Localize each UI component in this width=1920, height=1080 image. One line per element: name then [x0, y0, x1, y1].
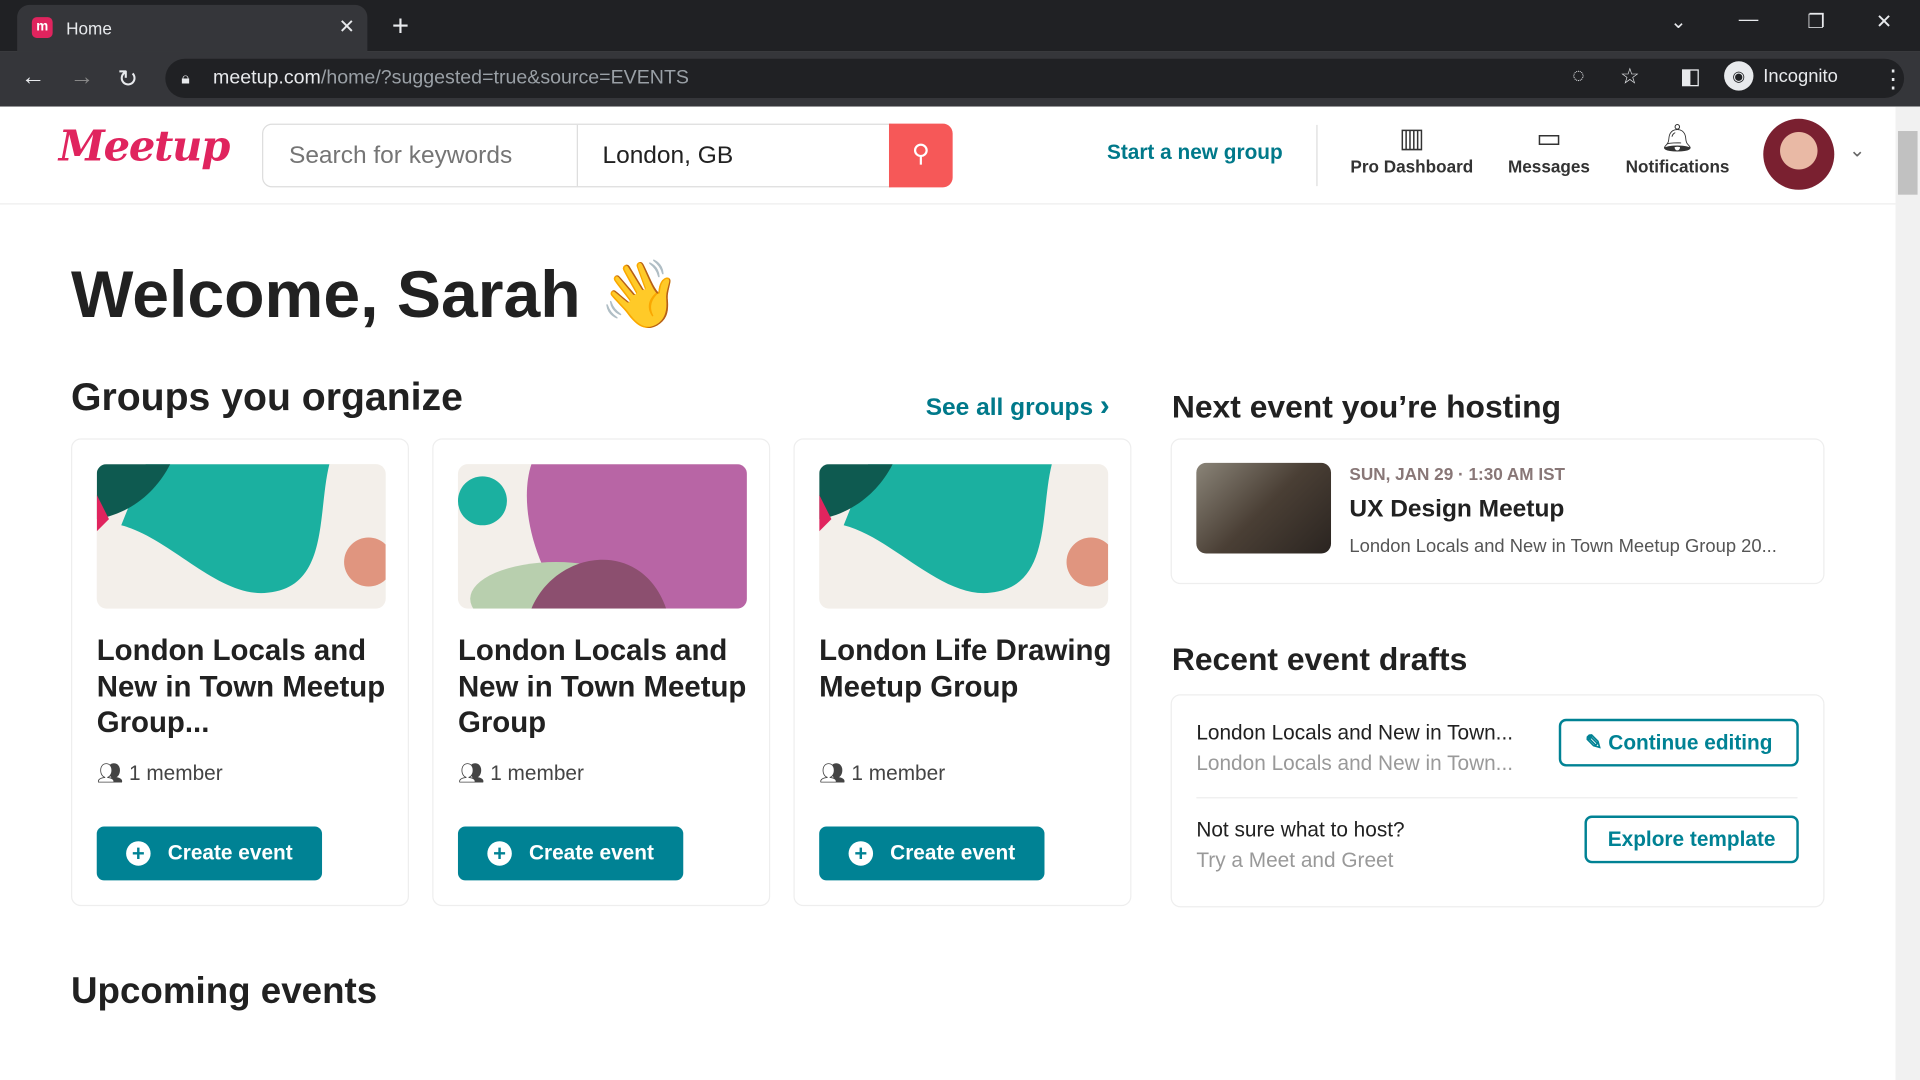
- restore-icon[interactable]: ❐: [1807, 10, 1825, 34]
- minimize-icon[interactable]: —: [1739, 10, 1759, 32]
- plus-icon: +: [126, 841, 151, 866]
- scrollbar[interactable]: [1895, 106, 1920, 1080]
- pencil-icon: ✎: [1585, 731, 1603, 755]
- drafts-title: Recent event drafts: [1171, 640, 1468, 678]
- sidepanel-icon[interactable]: ◧: [1680, 64, 1701, 90]
- plus-icon: +: [848, 841, 874, 866]
- event-date: SUN, JAN 29 · 1:30 AM IST: [1349, 464, 1566, 484]
- meetup-logo[interactable]: Meetup: [59, 122, 231, 171]
- create-event-button[interactable]: + Create event: [819, 826, 1045, 881]
- group-image: [96, 464, 386, 609]
- event-title[interactable]: UX Design Meetup: [1349, 496, 1564, 524]
- close-window-icon[interactable]: ✕: [1876, 10, 1892, 34]
- create-event-button[interactable]: + Create event: [457, 826, 684, 881]
- members-icon: 👥︎: [457, 761, 485, 785]
- star-icon[interactable]: ☆: [1620, 64, 1640, 90]
- message-icon: ▭: [1536, 122, 1562, 154]
- tab-title: Home: [66, 18, 112, 38]
- event-image: [1196, 462, 1332, 554]
- plus-icon: +: [487, 841, 512, 866]
- search-icon: ⚲: [911, 140, 930, 168]
- group-image: [457, 464, 747, 609]
- forward-icon[interactable]: →: [70, 64, 94, 92]
- members-icon: 👥︎: [819, 761, 846, 785]
- draft-title: London Locals and New in Town...: [1196, 721, 1514, 745]
- members-icon: 👥︎: [96, 761, 124, 785]
- template-title: Not sure what to host?: [1196, 817, 1405, 842]
- incognito-profile[interactable]: ◉ Incognito: [1724, 61, 1838, 91]
- location-input[interactable]: [600, 140, 887, 172]
- lock-icon[interactable]: 🔒︎: [181, 69, 189, 89]
- group-image: [819, 464, 1109, 609]
- messages-link[interactable]: ▭ Messages: [1500, 122, 1598, 176]
- see-all-groups-link[interactable]: See all groups ›: [926, 389, 1110, 423]
- avatar[interactable]: [1763, 118, 1835, 190]
- url-text[interactable]: meetup.com/home/?suggested=true&source=E…: [213, 67, 689, 89]
- keyword-search-input[interactable]: [286, 140, 574, 172]
- close-tab-icon[interactable]: ✕: [339, 15, 355, 39]
- welcome-title: Welcome, Sarah 👋: [71, 258, 682, 332]
- eye-off-icon[interactable]: ◌: [1572, 64, 1584, 88]
- reload-icon[interactable]: ↻: [118, 64, 139, 95]
- pro-dashboard-link[interactable]: ▥ Pro Dashboard: [1344, 122, 1479, 176]
- upcoming-title: Upcoming events: [71, 971, 378, 1012]
- draft-subtitle: London Locals and New in Town...: [1196, 751, 1514, 776]
- event-group: London Locals and New in Town Meetup Gro…: [1349, 536, 1777, 558]
- bell-icon: 🔔︎: [1660, 122, 1695, 154]
- chart-icon: ▥: [1399, 122, 1425, 154]
- group-card[interactable]: London Locals and New in Town Meetup Gro…: [432, 438, 771, 907]
- incognito-icon: ◉: [1724, 61, 1754, 91]
- create-event-button[interactable]: + Create event: [96, 826, 323, 881]
- search-bar: [262, 123, 892, 188]
- search-button[interactable]: ⚲: [888, 123, 953, 188]
- group-card[interactable]: London Life Drawing Meetup Group 👥︎ 1 me…: [793, 438, 1132, 907]
- meetup-favicon-icon: m: [31, 17, 53, 38]
- tab-search-icon[interactable]: ⌄: [1670, 10, 1686, 34]
- menu-icon[interactable]: ⋮: [1881, 64, 1905, 95]
- start-new-group-link[interactable]: Start a new group: [1107, 141, 1283, 165]
- groups-title: Groups you organize: [71, 374, 463, 419]
- back-icon[interactable]: ←: [21, 64, 45, 92]
- chevron-down-icon[interactable]: ⌄: [1849, 138, 1865, 162]
- new-tab-icon[interactable]: +: [392, 10, 409, 44]
- notifications-link[interactable]: 🔔︎ Notifications: [1619, 122, 1737, 176]
- chevron-right-icon: ›: [1099, 389, 1110, 423]
- template-subtitle: Try a Meet and Greet: [1196, 848, 1394, 872]
- next-event-title: Next event you’re hosting: [1171, 388, 1562, 425]
- continue-editing-button[interactable]: ✎ Continue editing: [1558, 718, 1799, 767]
- explore-template-button[interactable]: Explore template: [1584, 815, 1799, 864]
- group-card[interactable]: London Locals and New in Town Meetup Gro…: [71, 438, 409, 907]
- browser-tab[interactable]: m Home ✕: [17, 4, 368, 52]
